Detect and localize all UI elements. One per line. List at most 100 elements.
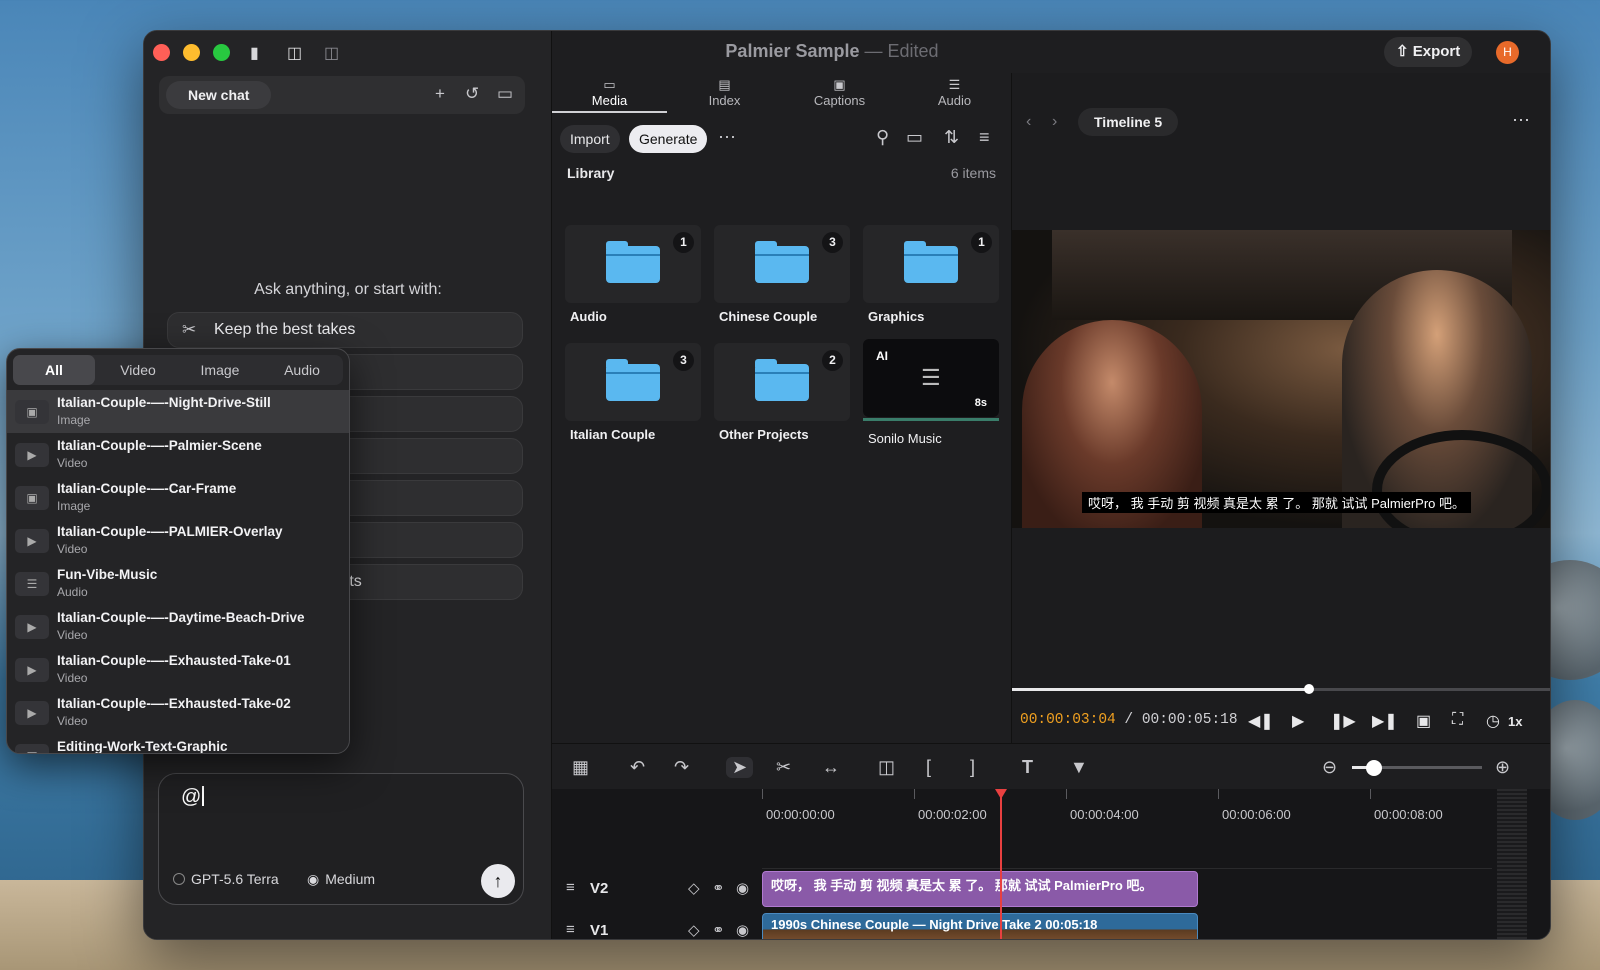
filter-icon[interactable]: ≡ [979,127,990,148]
suggestion-keep-best-takes[interactable]: ✂ Keep the best takes [167,312,523,348]
mention-item[interactable]: ▶ Italian-Couple-—-Exhausted-Take-01 Vid… [7,648,349,691]
zoom-in-icon[interactable]: ⊕ [1495,757,1510,778]
new-chat-button[interactable]: New chat [166,81,272,109]
model-selector[interactable]: GPT-5.6 Terra [173,871,279,887]
app-topbar: Palmier Sample — Edited ⇧ Export H [552,31,1550,73]
zoom-out-icon[interactable]: ⊖ [1322,757,1337,778]
film-icon[interactable]: ▦ [572,757,589,778]
tile-underline [863,418,999,421]
folder-tile-italian-couple[interactable]: 3 [565,343,701,421]
mention-item[interactable]: ▶ Italian-Couple-—-Palmier-Scene Video [7,433,349,476]
export-label: Export [1412,43,1461,60]
folder-tile-chinese-couple[interactable]: 3 [714,225,850,303]
speed-gauge-icon[interactable]: ◷ [1486,711,1500,731]
folder-icon [755,359,809,401]
notebook-icon[interactable]: ▭ [497,84,513,104]
tab-audio[interactable]: ☰ Audio [897,73,1012,113]
skip-to-end-icon[interactable]: ▶❚ [1372,711,1398,731]
image-icon: ▣ [15,486,49,510]
zoom-slider[interactable] [1352,760,1482,776]
speed-label[interactable]: 1x [1508,714,1522,729]
filter-tab-video[interactable]: Video [97,355,179,385]
fullscreen-icon[interactable]: ⛶ [1452,711,1463,729]
filter-tab-all[interactable]: All [13,355,95,385]
send-button[interactable]: ↑ [481,864,515,898]
ai-music-tile[interactable]: AI ☰ 8s [863,339,999,421]
drag-handle-icon[interactable]: ≡ [566,879,575,896]
mark-in-icon[interactable]: [ [926,757,931,778]
close-window-button[interactable] [153,44,170,61]
sort-icon[interactable]: ⇅ [944,127,959,148]
scrubber[interactable] [1012,684,1550,694]
link-icon[interactable]: ⚭ [712,921,725,939]
scissors-icon[interactable]: ✂ [776,757,791,778]
undo-icon[interactable]: ↶ [630,757,645,778]
filter-tab-image[interactable]: Image [179,355,261,385]
redo-icon[interactable]: ↷ [674,757,689,778]
timeline: 00:00:00:00 00:00:02:00 00:00:04:00 00:0… [552,789,1550,939]
tab-index[interactable]: ▤ Index [667,73,782,113]
folder-tile-graphics[interactable]: 1 [863,225,999,303]
chat-bubble-icon[interactable]: ▮ [250,43,259,63]
keyframe-icon[interactable]: ◇ [688,921,700,939]
chevron-right-icon[interactable]: › [1052,113,1057,131]
folder-tile-audio[interactable]: 1 [565,225,701,303]
generate-button[interactable]: Generate [629,125,708,153]
effort-selector[interactable]: ◉ Medium [307,871,375,888]
import-button[interactable]: Import [560,125,620,153]
video-clip[interactable]: 1990s Chinese Couple — Night Drive Take … [762,913,1198,939]
sidebar-right-icon[interactable]: ◫ [324,43,339,63]
mention-item[interactable]: ▶ Italian-Couple-—-Daytime-Beach-Drive V… [7,605,349,648]
mention-item[interactable]: ▣ Italian-Couple-—-Car-Frame Image [7,476,349,519]
mention-item[interactable]: ▣ Editing-Work-Text-Graphic [7,734,349,753]
item-type: Video [57,628,88,642]
zoom-handle[interactable] [1366,760,1382,776]
mark-out-icon[interactable]: ] [970,757,975,778]
folder-tile-other-projects[interactable]: 2 [714,343,850,421]
minimize-window-button[interactable] [183,44,200,61]
drag-handle-icon[interactable]: ≡ [566,921,575,938]
scrubber-handle[interactable] [1304,684,1314,694]
export-button[interactable]: ⇧ Export [1384,37,1473,67]
count-badge: 1 [971,232,992,253]
camera-icon[interactable]: ▣ [1416,711,1431,731]
zoom-window-button[interactable] [213,44,230,61]
skip-back-frame-icon[interactable]: ◀❚ [1248,711,1274,731]
chevron-left-icon[interactable]: ‹ [1026,113,1031,131]
caption-clip[interactable]: 哎呀， 我 手动 剪 视频 真是太 累 了。 那就 试试 PalmierPro … [762,871,1198,907]
mention-item[interactable]: ▶ Italian-Couple-—-PALMIER-Overlay Video [7,519,349,562]
keyframe-icon[interactable]: ◇ [688,879,700,897]
slip-tool-icon[interactable]: ↔ [822,757,840,778]
tab-captions[interactable]: ▣ Captions [782,73,897,113]
pointer-tool-icon[interactable]: ➤ [726,757,754,778]
mention-item[interactable]: ▣ Italian-Couple-—-Night-Drive-Still Ima… [7,390,349,433]
composer-input[interactable]: @ [181,786,205,809]
folder-open-icon[interactable]: ▭ [906,127,923,148]
marker-icon[interactable]: ▼ [1070,757,1088,778]
link-icon[interactable]: ⚭ [712,879,725,897]
avatar[interactable]: H [1496,41,1519,64]
search-icon[interactable]: ⚲ [876,127,889,148]
playhead[interactable] [1000,789,1002,939]
eye-icon[interactable]: ◉ [736,879,749,897]
chat-composer[interactable]: @ GPT-5.6 Terra ◉ Medium ↑ [158,773,524,905]
split-icon[interactable]: ◫ [878,757,895,778]
plus-icon[interactable]: + [435,84,445,104]
play-icon[interactable]: ▶ [1292,711,1304,731]
more-icon[interactable]: ⋯ [718,127,736,148]
more-icon[interactable]: ⋯ [1512,110,1530,131]
timeline-name-tab[interactable]: Timeline 5 [1078,108,1179,136]
mention-item[interactable]: ☰ Fun-Vibe-Music Audio [7,562,349,605]
step-forward-icon[interactable]: ❚▶ [1330,711,1356,731]
filter-tab-audio[interactable]: Audio [261,355,343,385]
timeline-toolbar: ▦ ↶ ↷ ➤ ✂ ↔ ◫ [ ] T ▼ ⊖ ⊕ [552,743,1550,789]
tab-media[interactable]: ▭ Media [552,73,667,113]
time-ruler[interactable]: 00:00:00:00 00:00:02:00 00:00:04:00 00:0… [762,789,1492,869]
history-icon[interactable]: ↺ [465,84,479,104]
mention-item[interactable]: ▶ Italian-Couple-—-Exhausted-Take-02 Vid… [7,691,349,734]
video-frame: 哎呀， 我 手动 剪 视频 真是太 累 了。 那就 试试 PalmierPro … [1012,230,1550,528]
text-tool-icon[interactable]: T [1022,757,1033,778]
sidebar-left-icon[interactable]: ◫ [287,43,302,63]
eye-icon[interactable]: ◉ [736,921,749,939]
ai-music-label: Sonilo Music [868,431,942,446]
